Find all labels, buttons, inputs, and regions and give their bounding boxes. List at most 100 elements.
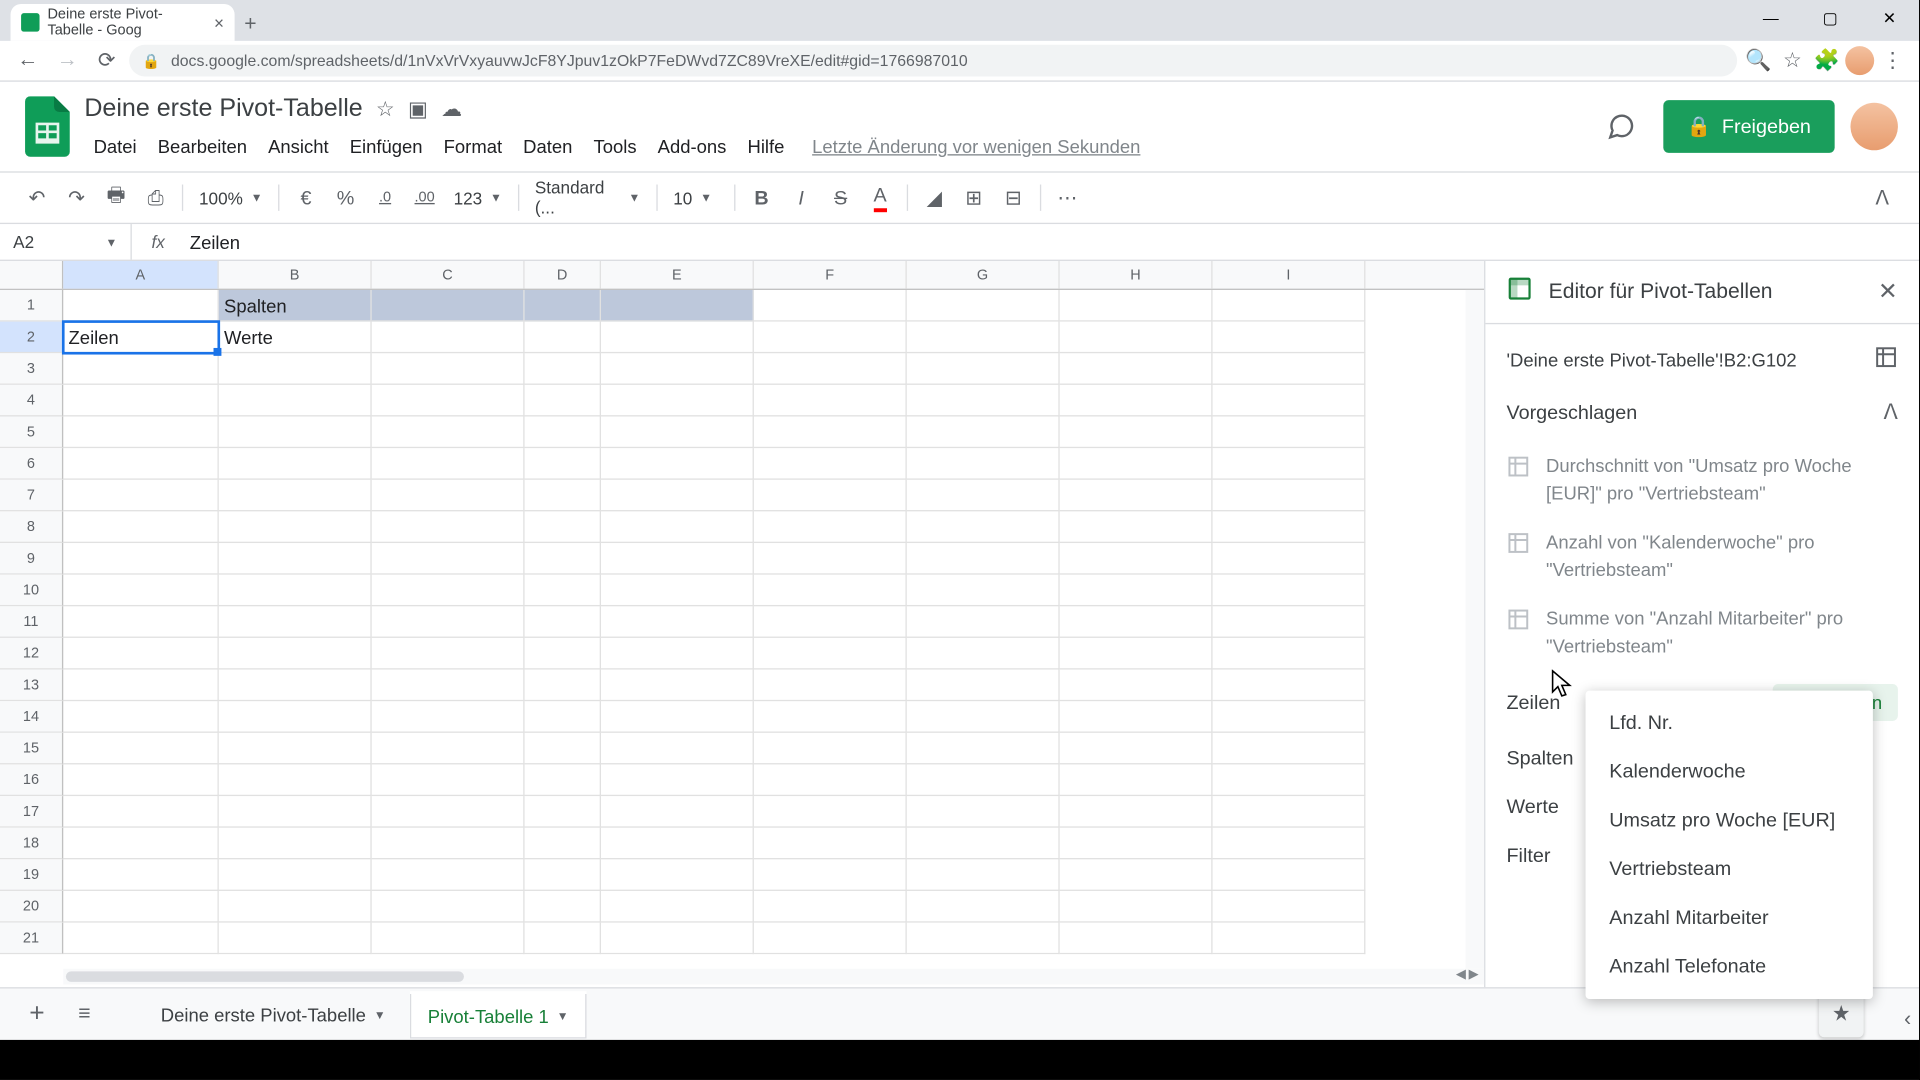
- cell-H17[interactable]: [1060, 796, 1213, 828]
- decrease-decimal-button[interactable]: .0: [367, 179, 404, 216]
- cell-D9[interactable]: [525, 543, 601, 575]
- cell-H11[interactable]: [1060, 606, 1213, 638]
- last-edit-text[interactable]: Letzte Änderung vor wenigen Sekunden: [812, 136, 1140, 157]
- cell-G1[interactable]: [907, 290, 1060, 322]
- cell-F14[interactable]: [754, 701, 907, 733]
- cell-B11[interactable]: [219, 606, 372, 638]
- row-header-3[interactable]: 3: [0, 353, 63, 385]
- menu-einfügen[interactable]: Einfügen: [340, 130, 431, 162]
- cell-G5[interactable]: [907, 416, 1060, 448]
- column-header-G[interactable]: G: [907, 261, 1060, 289]
- cell-B20[interactable]: [219, 891, 372, 923]
- cell-F5[interactable]: [754, 416, 907, 448]
- cell-C1[interactable]: [372, 290, 525, 322]
- cell-A17[interactable]: [63, 796, 219, 828]
- cell-C8[interactable]: [372, 511, 525, 543]
- select-range-icon[interactable]: [1874, 345, 1898, 373]
- column-header-A[interactable]: A: [63, 261, 219, 289]
- cell-C3[interactable]: [372, 353, 525, 385]
- menu-tools[interactable]: Tools: [584, 130, 646, 162]
- cell-B3[interactable]: [219, 353, 372, 385]
- row-header-21[interactable]: 21: [0, 923, 63, 955]
- cell-G10[interactable]: [907, 575, 1060, 607]
- new-tab-button[interactable]: +: [235, 9, 267, 41]
- cell-H15[interactable]: [1060, 733, 1213, 765]
- cell-I1[interactable]: [1213, 290, 1366, 322]
- cell-C14[interactable]: [372, 701, 525, 733]
- cell-E4[interactable]: [601, 385, 754, 417]
- cell-F3[interactable]: [754, 353, 907, 385]
- cell-D20[interactable]: [525, 891, 601, 923]
- cell-A21[interactable]: [63, 923, 219, 955]
- cell-D21[interactable]: [525, 923, 601, 955]
- cell-A12[interactable]: [63, 638, 219, 670]
- cell-C17[interactable]: [372, 796, 525, 828]
- cell-H19[interactable]: [1060, 859, 1213, 891]
- cell-A6[interactable]: [63, 448, 219, 480]
- cell-A13[interactable]: [63, 670, 219, 702]
- cell-F13[interactable]: [754, 670, 907, 702]
- strike-button[interactable]: S: [822, 179, 859, 216]
- cell-H16[interactable]: [1060, 764, 1213, 796]
- formula-input[interactable]: Zeilen: [185, 231, 1919, 252]
- cell-C7[interactable]: [372, 480, 525, 512]
- row-header-19[interactable]: 19: [0, 859, 63, 891]
- cell-D4[interactable]: [525, 385, 601, 417]
- cell-G16[interactable]: [907, 764, 1060, 796]
- cell-C13[interactable]: [372, 670, 525, 702]
- close-window-button[interactable]: ✕: [1860, 0, 1919, 37]
- cell-I17[interactable]: [1213, 796, 1366, 828]
- cell-E11[interactable]: [601, 606, 754, 638]
- collapse-toolbar-button[interactable]: ᐱ: [1864, 179, 1901, 216]
- cell-H18[interactable]: [1060, 828, 1213, 860]
- cell-E5[interactable]: [601, 416, 754, 448]
- account-avatar[interactable]: [1850, 103, 1897, 150]
- side-panel-toggle[interactable]: ‹: [1904, 1008, 1911, 1032]
- menu-hilfe[interactable]: Hilfe: [738, 130, 793, 162]
- cell-I7[interactable]: [1213, 480, 1366, 512]
- cell-B5[interactable]: [219, 416, 372, 448]
- cell-E8[interactable]: [601, 511, 754, 543]
- cell-A7[interactable]: [63, 480, 219, 512]
- cell-E14[interactable]: [601, 701, 754, 733]
- cell-I8[interactable]: [1213, 511, 1366, 543]
- spreadsheet-grid[interactable]: ABCDEFGHI 1Spalten2ZeilenWerte3456789101…: [0, 261, 1484, 1011]
- cell-G2[interactable]: [907, 322, 1060, 354]
- cell-B16[interactable]: [219, 764, 372, 796]
- cell-D7[interactable]: [525, 480, 601, 512]
- cell-H4[interactable]: [1060, 385, 1213, 417]
- cell-B14[interactable]: [219, 701, 372, 733]
- column-header-F[interactable]: F: [754, 261, 907, 289]
- cell-C21[interactable]: [372, 923, 525, 955]
- cell-E9[interactable]: [601, 543, 754, 575]
- cell-D10[interactable]: [525, 575, 601, 607]
- cell-A2[interactable]: Zeilen: [63, 322, 219, 354]
- cell-H21[interactable]: [1060, 923, 1213, 955]
- cell-C5[interactable]: [372, 416, 525, 448]
- column-header-C[interactable]: C: [372, 261, 525, 289]
- menu-format[interactable]: Format: [434, 130, 511, 162]
- sheet-nav-right[interactable]: ▶: [1469, 967, 1479, 981]
- cell-H12[interactable]: [1060, 638, 1213, 670]
- row-header-15[interactable]: 15: [0, 733, 63, 765]
- cell-A15[interactable]: [63, 733, 219, 765]
- cell-F9[interactable]: [754, 543, 907, 575]
- cell-F21[interactable]: [754, 923, 907, 955]
- cell-B12[interactable]: [219, 638, 372, 670]
- row-header-17[interactable]: 17: [0, 796, 63, 828]
- cell-F6[interactable]: [754, 448, 907, 480]
- cell-D2[interactable]: [525, 322, 601, 354]
- profile-avatar-small[interactable]: [1845, 46, 1874, 75]
- row-header-10[interactable]: 10: [0, 575, 63, 607]
- cell-A8[interactable]: [63, 511, 219, 543]
- cell-F16[interactable]: [754, 764, 907, 796]
- cell-A1[interactable]: [63, 290, 219, 322]
- cell-E1[interactable]: [601, 290, 754, 322]
- cell-F4[interactable]: [754, 385, 907, 417]
- menu-datei[interactable]: Datei: [84, 130, 146, 162]
- forward-button[interactable]: →: [50, 43, 84, 77]
- close-tab-icon[interactable]: ×: [214, 13, 224, 33]
- cell-B4[interactable]: [219, 385, 372, 417]
- cell-F12[interactable]: [754, 638, 907, 670]
- row-header-18[interactable]: 18: [0, 828, 63, 860]
